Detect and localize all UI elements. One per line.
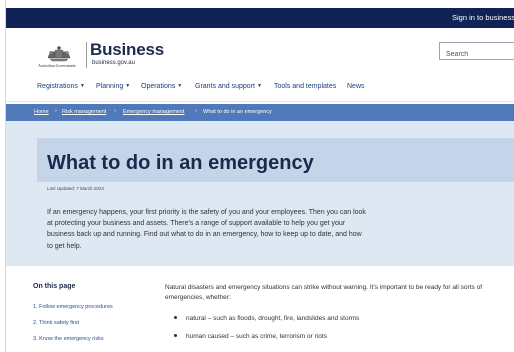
coat-of-arms-icon [47,45,71,62]
breadcrumb-separator: › [55,108,57,114]
toc-link[interactable]: 3. Know the emergency risks [33,336,104,342]
toc-link[interactable]: 2. Think safety first [33,320,79,326]
sign-in-link[interactable]: Sign in to business.gov.au [452,13,514,22]
list-item: natural – such as floods, drought, fire,… [174,315,359,322]
chevron-down-icon: ▼ [125,83,131,89]
toc-link[interactable]: 1. Follow emergency procedures [33,304,113,310]
toc-heading: On this page [33,283,76,290]
last-updated: Last Updated: 7 March 2023 [47,186,104,191]
nav-planning[interactable]: Planning ▼ [96,83,130,90]
nav-divider [6,101,514,102]
page-title: What to do in an emergency [47,152,314,174]
search-box [439,42,514,63]
list-item: human caused – such as crime, terrorism … [174,333,327,340]
breadcrumb-emergency-management[interactable]: Emergency management [123,109,184,115]
site-url: business.gov.au [92,60,135,66]
search-input[interactable] [440,46,514,63]
bullet-icon [174,334,177,337]
main-nav: Registrations ▼ Planning ▼ Operations ▼ Gra… [6,78,514,98]
nav-tools-and-templates[interactable]: Tools and templates [274,83,336,90]
breadcrumb-separator: › [114,108,116,114]
site-header: Australian Government Business business.… [6,28,514,78]
logo-divider [86,42,87,68]
top-bar: Sign in to business.gov.au [6,8,514,28]
breadcrumb-home[interactable]: Home [34,109,49,115]
nav-registrations[interactable]: Registrations ▼ [37,83,85,90]
government-crest-logo[interactable]: Australian Government [38,44,80,70]
nav-operations[interactable]: Operations ▼ [141,83,182,90]
intro-paragraph: If an emergency happens, your first prio… [47,209,366,250]
breadcrumb-separator: › [195,108,197,114]
chevron-down-icon: ▼ [79,83,85,89]
breadcrumb: Home › Risk management › Emergency manag… [6,104,514,121]
government-label: Australian Government [38,63,76,68]
breadcrumb-risk-management[interactable]: Risk management [62,109,106,115]
content-paragraph: Natural disasters and emergency situatio… [165,284,482,301]
chevron-down-icon: ▼ [177,83,183,89]
nav-news[interactable]: News [347,83,365,90]
nav-grants-and-support[interactable]: Grants and support ▼ [195,83,262,90]
site-title[interactable]: Business [90,40,164,60]
breadcrumb-current: What to do in an emergency [203,109,272,115]
chevron-down-icon: ▼ [256,83,262,89]
bullet-icon [174,316,177,319]
